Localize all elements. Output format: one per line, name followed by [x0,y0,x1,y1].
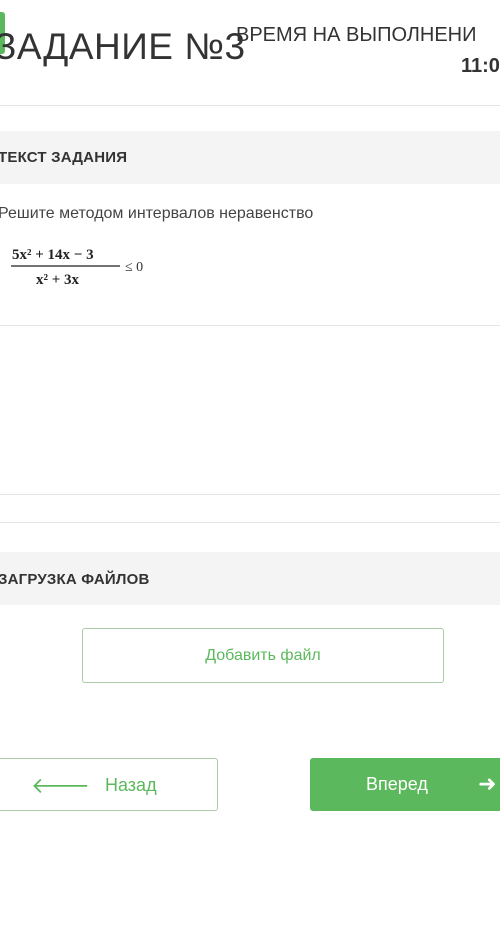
back-button-label: Назад [105,775,157,795]
task-section-header: ТЕКСТ ЗАДАНИЯ [0,131,500,184]
timer-label: ВРЕМЯ НА ВЫПОЛНЕНИ [236,24,477,46]
task-divider-2 [0,494,500,495]
formula-relation: ≤ 0 [125,260,143,275]
header-divider [0,105,500,106]
upload-section-header: ЗАГРУЗКА ФАЙЛОВ [0,552,500,605]
task-section-title: ТЕКСТ ЗАДАНИЯ [0,149,128,166]
formula-denominator: x² + 3x [36,272,80,288]
formula-numerator: 5x² + 14x − 3 [12,247,94,263]
task-title: ЗАДАНИЕ №3 [0,26,246,67]
add-file-button[interactable]: Добавить файл [82,628,444,683]
inequality-formula: 5x² + 14x − 3 x² + 3x ≤ 0 [11,247,143,288]
task-divider-3 [0,522,500,523]
upload-section-title: ЗАГРУЗКА ФАЙЛОВ [0,571,150,588]
back-button[interactable]: 🡐 Назад [0,758,218,811]
next-button[interactable]: Вперед ➜ [310,758,500,811]
task-divider-1 [0,325,500,326]
timer-value: 11:0 [461,55,500,77]
arrow-right-icon: ➜ [478,771,497,796]
next-button-label: Вперед [366,774,428,794]
arrow-left-icon: 🡐 [31,773,90,798]
task-text: Решите методом интервалов неравенство [0,205,314,222]
